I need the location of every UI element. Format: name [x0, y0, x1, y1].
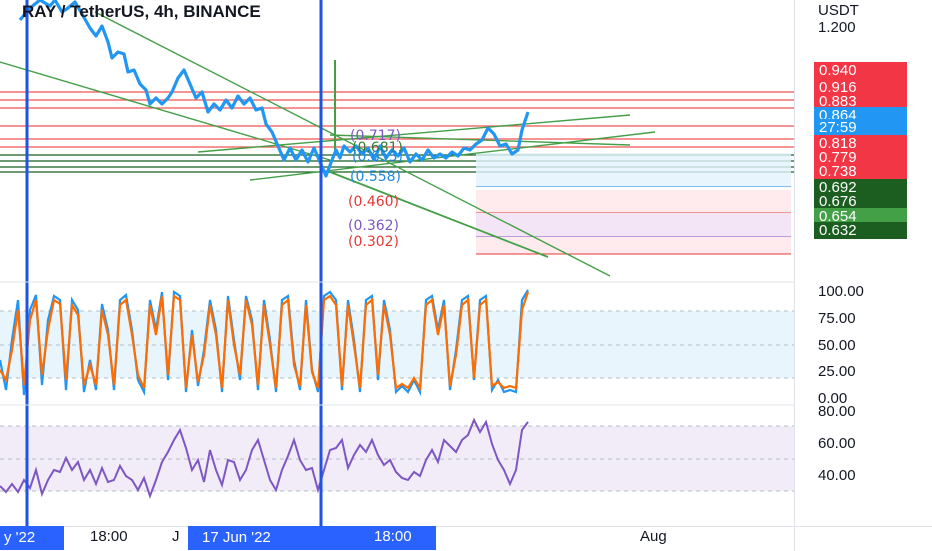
osc2-tick-60: 60.00 — [818, 435, 856, 452]
osc2-tick-40: 40.00 — [818, 467, 856, 484]
price-line — [18, 0, 530, 178]
time-label-1800-b: 18:00 — [374, 528, 412, 545]
top-tick: 1.200 — [818, 19, 856, 36]
time-label-aug: Aug — [640, 528, 667, 545]
time-marker-left: y '22 — [0, 526, 64, 550]
fib-label-0653: (0.653) — [352, 149, 404, 165]
price-tag: 27:59 — [814, 119, 907, 136]
price-tag: 0.940 — [814, 62, 907, 79]
fib-label-0460: (0.460) — [348, 194, 400, 210]
time-label-1800-a: 18:00 — [90, 528, 128, 545]
chart-canvas[interactable] — [0, 0, 932, 550]
osc1-tick-100: 100.00 — [818, 283, 864, 300]
rsi-panel — [0, 417, 794, 499]
price-tag: 0.738 — [814, 163, 907, 180]
symbol-title[interactable]: RAY / TetherUS, 4h, BINANCE — [22, 2, 261, 22]
currency-label: USDT — [818, 2, 859, 19]
fib-label-0302: (0.302) — [348, 234, 400, 250]
fib-zones — [476, 153, 791, 255]
axis-header: USDT 1.200 — [818, 2, 859, 36]
price-tag: 0.632 — [814, 222, 907, 239]
osc1-tick-50: 50.00 — [818, 337, 856, 354]
fib-label-0558: (0.558) — [350, 169, 402, 185]
osc1-tick-25: 25.00 — [818, 363, 856, 380]
time-label-j: J — [172, 528, 180, 545]
osc2-tick-80: 80.00 — [818, 403, 856, 420]
stoch-panel — [0, 289, 794, 397]
fib-label-0362: (0.362) — [348, 218, 400, 234]
osc1-tick-75: 75.00 — [818, 310, 856, 327]
axis-corner — [794, 526, 932, 551]
